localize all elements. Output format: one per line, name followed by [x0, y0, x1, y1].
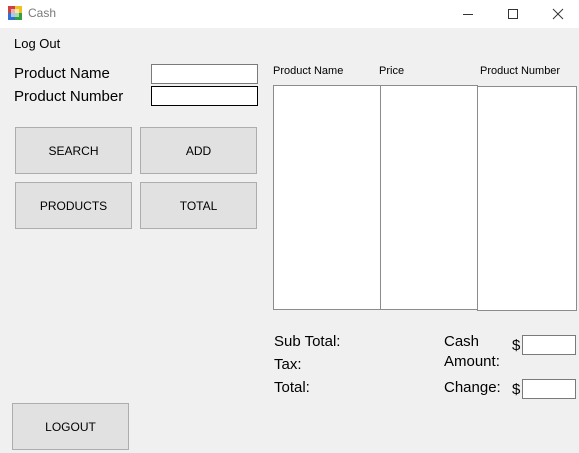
cash-amount-label-line2: Amount:: [444, 353, 500, 370]
total-label: Total:: [274, 379, 310, 396]
logout-button[interactable]: LOGOUT: [12, 403, 129, 450]
minimize-icon: [463, 14, 473, 15]
cash-currency-symbol: $: [512, 337, 521, 354]
search-button[interactable]: SEARCH: [15, 127, 132, 174]
change-currency-symbol: $: [512, 381, 521, 398]
product-number-label: Product Number: [14, 88, 124, 105]
menu-item-log-out[interactable]: Log Out: [14, 36, 60, 51]
tax-label: Tax:: [274, 356, 302, 373]
subtotal-label: Sub Total:: [274, 333, 341, 350]
window-title: Cash: [28, 6, 57, 20]
close-icon: [552, 8, 564, 20]
product-name-input[interactable]: [151, 64, 258, 84]
cash-amount-input[interactable]: [522, 335, 576, 355]
maximize-icon: [508, 9, 518, 19]
add-button[interactable]: ADD: [140, 127, 257, 174]
minimize-button[interactable]: [445, 0, 491, 28]
products-button[interactable]: PRODUCTS: [15, 182, 132, 229]
product-name-list[interactable]: [273, 85, 381, 310]
cash-amount-label-line1: Cash: [444, 333, 480, 350]
product-name-label: Product Name: [14, 65, 110, 82]
column-header-product-name: Product Name: [273, 65, 344, 77]
total-button[interactable]: TOTAL: [140, 182, 257, 229]
maximize-button[interactable]: [490, 0, 536, 28]
change-label: Change:: [444, 379, 501, 396]
change-input[interactable]: [522, 379, 576, 399]
price-list[interactable]: [380, 85, 478, 310]
column-header-price: Price: [379, 65, 405, 77]
menu-bar: [0, 28, 579, 55]
app-icon: [8, 6, 22, 20]
product-number-input[interactable]: [151, 86, 258, 106]
column-header-product-number: Product Number: [480, 65, 561, 77]
close-button[interactable]: [535, 0, 579, 28]
product-number-list[interactable]: [477, 86, 577, 311]
